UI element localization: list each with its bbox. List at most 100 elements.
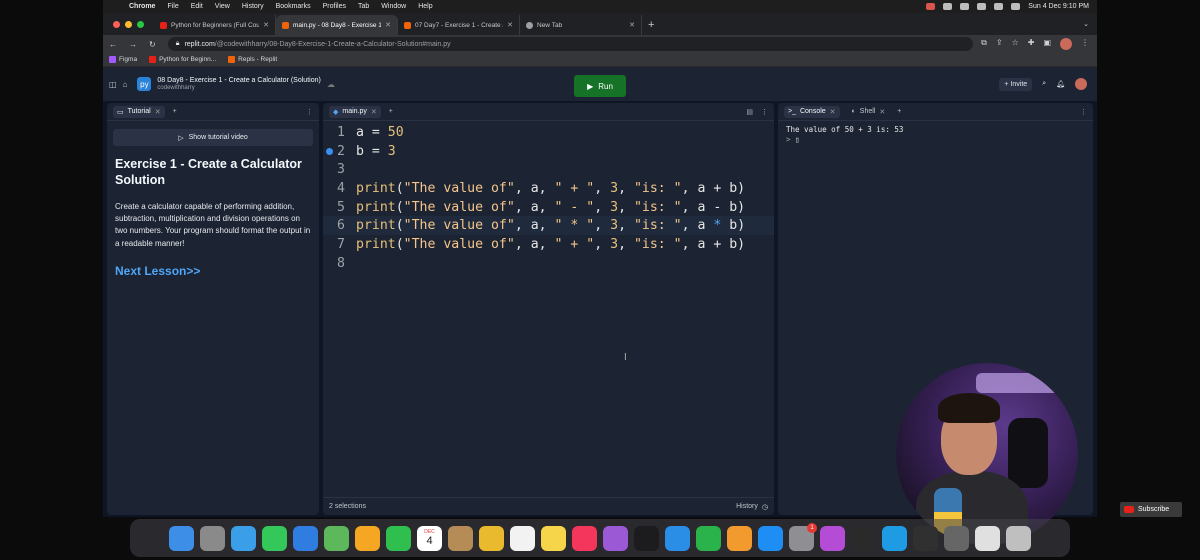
messages-icon[interactable] <box>262 525 287 551</box>
menu-bookmarks[interactable]: Bookmarks <box>270 3 317 10</box>
browser-tab-active[interactable]: main.py - 08 Day8 - Exercise 1 ✕ <box>276 15 398 35</box>
tab-shell[interactable]: ◐ Shell ✕ <box>848 106 890 118</box>
downloads-icon[interactable] <box>975 525 1000 551</box>
wifi-icon[interactable] <box>994 3 1004 10</box>
calendar-icon[interactable]: DEC 4 <box>417 525 442 551</box>
shield-status-icon[interactable] <box>943 3 953 10</box>
code-editor[interactable]: 1 a = 50 2b = 3 3 4 print("The value of", … <box>323 123 774 273</box>
run-button[interactable]: ▶ Run <box>574 75 626 97</box>
history-button[interactable]: History ◷ <box>736 503 768 511</box>
add-tab-icon[interactable]: + <box>173 108 177 115</box>
close-tab-icon[interactable]: ✕ <box>629 21 635 29</box>
facetime-icon[interactable] <box>386 525 411 551</box>
close-tab-icon[interactable]: ✕ <box>879 108 885 116</box>
new-tab-icon[interactable]: + <box>642 19 660 35</box>
close-tab-icon[interactable]: ✕ <box>385 21 391 29</box>
menu-file[interactable]: File <box>161 3 184 10</box>
tab-main-py[interactable]: ◆ main.py ✕ <box>329 105 381 118</box>
notes-icon[interactable] <box>541 525 566 551</box>
bookmark-star-icon[interactable]: ☆ <box>1012 38 1019 50</box>
numbers-icon[interactable] <box>696 525 721 551</box>
sidebar-toggle-icon[interactable]: ◫ <box>109 80 117 89</box>
tab-search-chevron-icon[interactable]: ⌄ <box>1083 20 1097 35</box>
bell-icon[interactable]: 🔔︎ <box>1056 80 1065 88</box>
browser-tab[interactable]: Python for Beginners (Full Cou ✕ <box>154 15 276 35</box>
chrome-icon[interactable] <box>479 525 504 551</box>
reminders-icon[interactable] <box>510 525 535 551</box>
pane-menu-icon[interactable]: ⋮ <box>306 108 313 116</box>
keynote-icon[interactable] <box>665 525 690 551</box>
close-window-icon[interactable] <box>113 21 120 28</box>
tab-console[interactable]: >_ Console ✕ <box>784 105 840 118</box>
record-status-icon[interactable] <box>926 3 936 10</box>
console-output[interactable]: The value of 50 + 3 is: 53 > ▯ <box>778 121 1093 149</box>
search-icon[interactable]: ⌕ <box>1042 80 1046 88</box>
sidepanel-icon[interactable]: ▣ <box>1043 38 1051 50</box>
maximize-window-icon[interactable] <box>137 21 144 28</box>
feedback-icon[interactable] <box>820 525 845 551</box>
next-lesson-link[interactable]: Next Lesson>> <box>115 264 311 278</box>
safari-icon[interactable] <box>231 525 256 551</box>
spotlight-icon[interactable] <box>1011 3 1021 10</box>
skype-icon[interactable] <box>882 525 907 551</box>
appstore-icon[interactable] <box>758 525 783 551</box>
lock-icon[interactable]: 🔒︎ <box>176 40 180 48</box>
pane-menu-icon[interactable]: ⋮ <box>1080 108 1087 116</box>
user-avatar[interactable] <box>1075 78 1087 90</box>
system-preferences-icon[interactable]: 1 <box>789 522 817 551</box>
browser-tab[interactable]: 07 Day7 - Exercise 1 - Create a ✕ <box>398 15 520 35</box>
menu-window[interactable]: Window <box>375 3 412 10</box>
bookmark-figma[interactable]: Figma <box>109 56 137 63</box>
minimap-toggle-icon[interactable]: ▤ <box>746 108 753 116</box>
menu-app-name[interactable]: Chrome <box>123 3 161 10</box>
bookmark-repls[interactable]: Repls - Replit <box>228 56 277 63</box>
back-icon[interactable]: ← <box>103 40 123 49</box>
share-icon[interactable]: ⇪ <box>996 38 1003 50</box>
obs-icon[interactable] <box>913 525 938 551</box>
menu-edit[interactable]: Edit <box>185 3 209 10</box>
trash-icon[interactable] <box>1006 525 1031 551</box>
menu-help[interactable]: Help <box>412 3 438 10</box>
music-icon[interactable] <box>572 525 597 551</box>
add-tab-icon[interactable]: + <box>897 108 901 115</box>
cloud-status-icon[interactable] <box>960 3 970 10</box>
menu-history[interactable]: History <box>236 3 270 10</box>
tab-tutorial[interactable]: ▭ Tutorial ✕ <box>113 105 165 118</box>
install-app-icon[interactable]: ⧉ <box>981 38 987 50</box>
pane-menu-icon[interactable]: ⋮ <box>761 108 768 116</box>
reload-icon[interactable]: ↻ <box>143 40 162 49</box>
contacts-icon[interactable] <box>448 525 473 551</box>
launchpad-icon[interactable] <box>200 525 225 551</box>
add-tab-icon[interactable]: + <box>389 108 393 115</box>
show-tutorial-video-button[interactable]: ▷ Show tutorial video <box>113 129 313 146</box>
menu-profiles[interactable]: Profiles <box>317 3 352 10</box>
subscribe-button[interactable]: Subscribe <box>1120 502 1182 517</box>
mail-icon[interactable] <box>293 525 318 551</box>
close-tab-icon[interactable]: ✕ <box>263 21 269 29</box>
close-tab-icon[interactable]: ✕ <box>155 108 161 116</box>
minimize-window-icon[interactable] <box>125 21 132 28</box>
photos-icon[interactable] <box>355 525 380 551</box>
forward-icon[interactable]: → <box>123 40 143 49</box>
pages-icon[interactable] <box>727 525 752 551</box>
terminal-icon[interactable] <box>851 525 876 551</box>
clock[interactable]: Sun 4 Dec 9:10 PM <box>1028 3 1089 10</box>
menu-view[interactable]: View <box>209 3 236 10</box>
menu-tab[interactable]: Tab <box>352 3 375 10</box>
repl-info[interactable]: 08 Day8 - Exercise 1 - Create a Calculat… <box>157 77 320 92</box>
profile-avatar[interactable] <box>1060 38 1072 50</box>
replit-home-icon[interactable]: ⌂ <box>123 80 128 89</box>
tv-icon[interactable] <box>634 525 659 551</box>
browser-tab[interactable]: New Tab ✕ <box>520 15 642 35</box>
kebab-menu-icon[interactable]: ⋮ <box>1081 38 1089 50</box>
screenshot-icon[interactable] <box>944 525 969 551</box>
url-field[interactable]: 🔒︎ replit.com/@codewithharry/08-Day8-Exe… <box>167 37 974 51</box>
podcasts-icon[interactable] <box>603 525 628 551</box>
close-tab-icon[interactable]: ✕ <box>830 108 836 116</box>
bookmark-python[interactable]: Python for Beginn... <box>149 56 216 63</box>
extensions-icon[interactable]: ✚ <box>1028 38 1035 50</box>
close-tab-icon[interactable]: ✕ <box>371 108 377 116</box>
battery-icon[interactable] <box>977 3 987 10</box>
invite-button[interactable]: + Invite <box>999 77 1033 91</box>
maps-icon[interactable] <box>324 525 349 551</box>
